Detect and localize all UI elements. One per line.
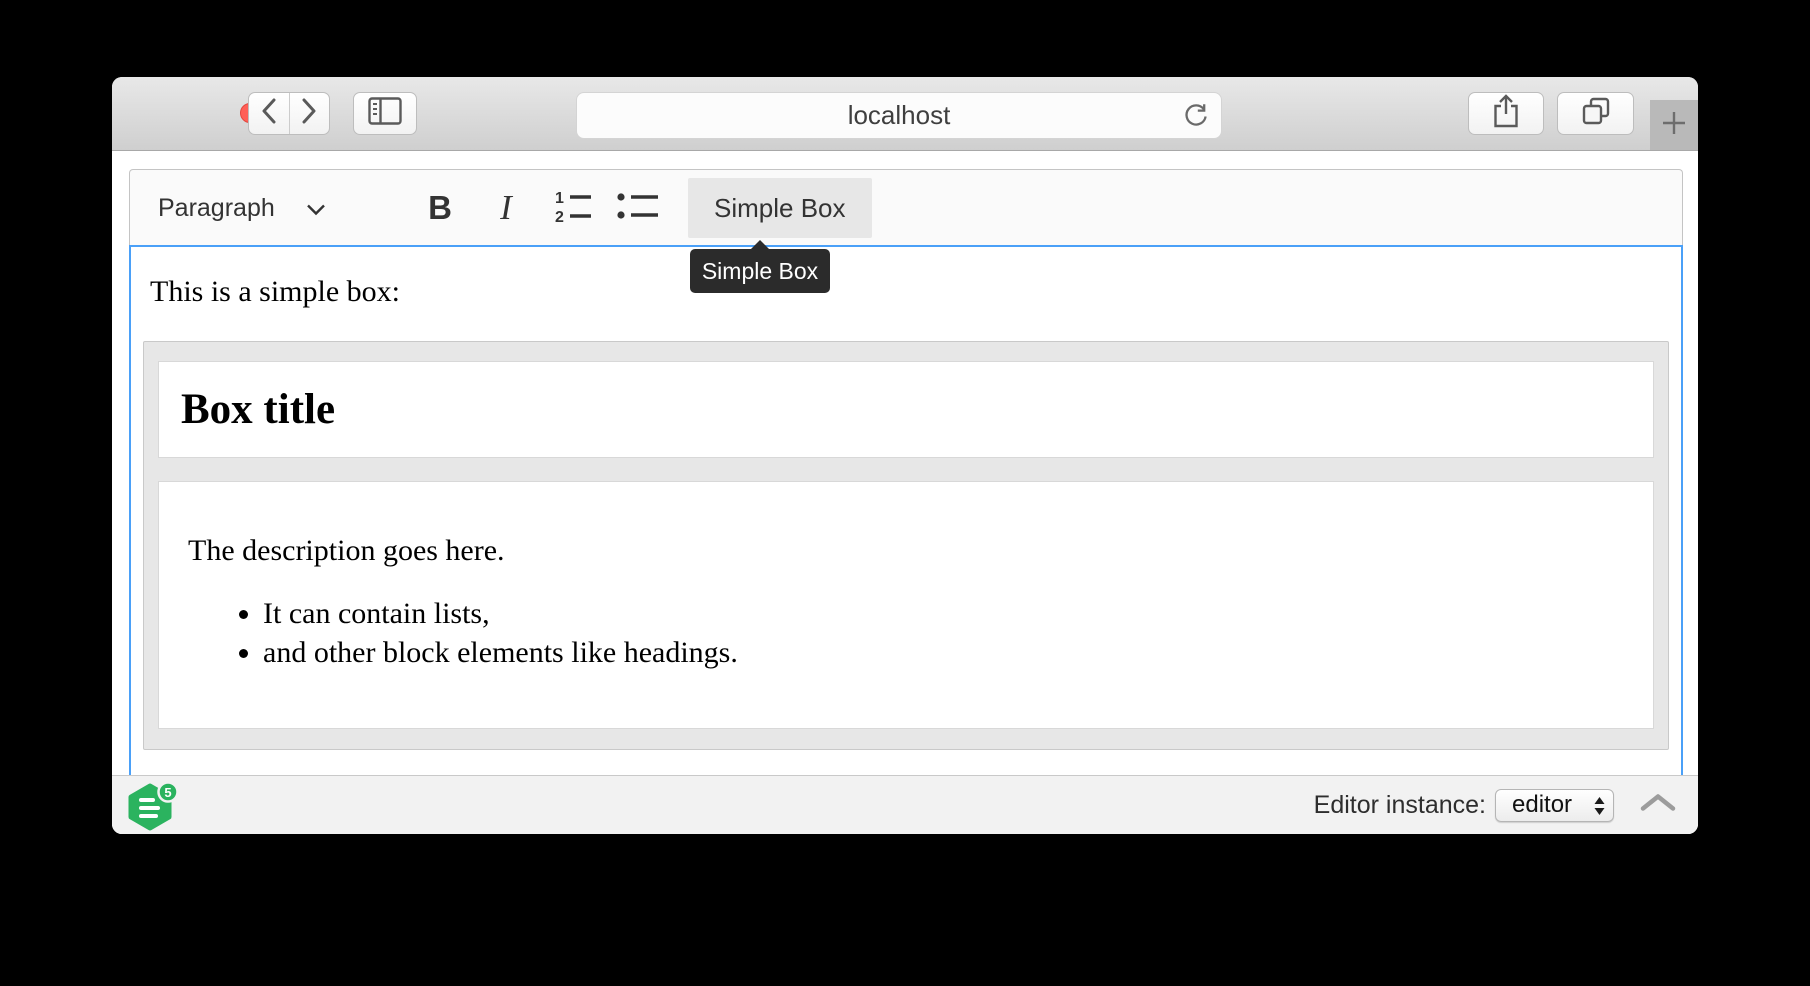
inspector-controls: Editor instance: editor	[1314, 789, 1698, 822]
chevron-up-icon	[1640, 793, 1676, 817]
chevron-down-icon	[306, 194, 326, 223]
inspector-collapse-button[interactable]	[1640, 793, 1676, 817]
simple-box-widget[interactable]: Box title The description goes here. It …	[143, 341, 1669, 750]
plus-icon	[1658, 107, 1690, 144]
simple-box-button[interactable]: Simple Box	[688, 178, 872, 238]
logo-badge: 5	[164, 785, 171, 800]
editor-content-area[interactable]: This is a simple box: Box title The desc…	[129, 245, 1683, 775]
simple-box-button-label: Simple Box	[714, 193, 846, 224]
paragraph-style-label: Paragraph	[158, 194, 275, 223]
forward-button[interactable]	[290, 93, 330, 134]
simple-box-tooltip: Simple Box	[690, 249, 830, 293]
numbered-list-button[interactable]: 1 2	[544, 178, 600, 238]
address-bar-url: localhost	[848, 100, 951, 131]
bold-button[interactable]: B	[412, 178, 468, 238]
screenshot-stage: localhost	[0, 0, 1810, 986]
browser-window: localhost	[112, 77, 1698, 834]
select-arrows-icon	[1593, 795, 1606, 824]
tooltip-text: Simple Box	[702, 258, 818, 285]
nav-button-group	[248, 92, 330, 135]
back-button[interactable]	[249, 93, 290, 134]
sidebar-icon	[368, 97, 402, 130]
svg-text:1: 1	[555, 190, 564, 207]
box-title-heading: Box title	[181, 385, 335, 434]
bulleted-list-icon	[616, 190, 660, 227]
bulleted-list-button[interactable]	[610, 178, 666, 238]
description-list: It can contain lists, and other block el…	[181, 594, 1631, 672]
italic-icon: I	[500, 188, 512, 228]
chevron-left-icon	[261, 98, 277, 129]
new-tab-button[interactable]	[1650, 100, 1698, 150]
editor-toolbar: Paragraph B I 1 2	[129, 169, 1683, 246]
numbered-list-icon: 1 2	[551, 187, 593, 230]
tabs-overview-icon	[1580, 95, 1612, 132]
chevron-right-icon	[301, 98, 317, 129]
intro-paragraph: This is a simple box:	[150, 275, 1669, 309]
show-all-tabs-button[interactable]	[1557, 92, 1634, 135]
sidebar-toggle-button[interactable]	[353, 92, 417, 135]
paragraph-style-dropdown[interactable]: Paragraph	[146, 178, 336, 238]
webpage: Paragraph B I 1 2	[112, 151, 1698, 834]
share-button[interactable]	[1468, 92, 1544, 135]
description-paragraph: The description goes here.	[188, 534, 1631, 568]
editor-instance-select[interactable]: editor	[1495, 789, 1614, 822]
ckeditor-logo-icon: 5	[127, 781, 179, 833]
italic-button[interactable]: I	[478, 178, 534, 238]
editor-instance-value: editor	[1512, 791, 1572, 819]
editor-instance-label: Editor instance:	[1314, 791, 1486, 820]
list-item: It can contain lists,	[263, 594, 1631, 633]
list-item: and other block elements like headings.	[263, 633, 1631, 672]
inspector-bar: 5 Editor instance: editor	[112, 775, 1698, 834]
address-bar[interactable]: localhost	[576, 92, 1222, 139]
svg-text:2: 2	[555, 209, 564, 225]
bold-icon: B	[428, 189, 452, 227]
simple-box-description-section[interactable]: The description goes here. It can contai…	[158, 481, 1654, 729]
share-icon	[1492, 93, 1520, 134]
titlebar: localhost	[112, 77, 1698, 151]
reload-icon[interactable]	[1182, 102, 1210, 130]
simple-box-title-section[interactable]: Box title	[158, 361, 1654, 458]
